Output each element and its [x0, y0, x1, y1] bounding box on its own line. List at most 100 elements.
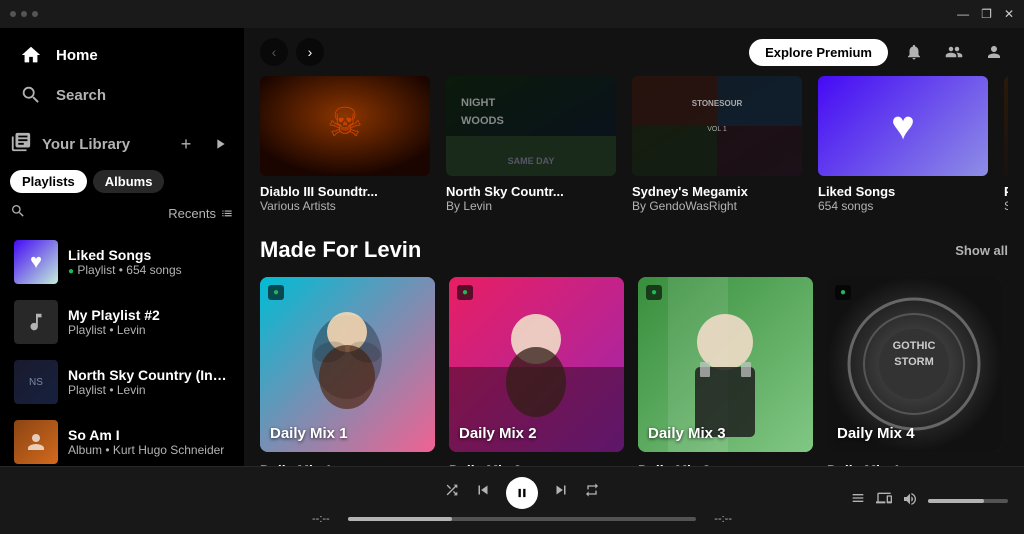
- progress-track[interactable]: [348, 517, 696, 521]
- repeat-button[interactable]: [584, 482, 600, 503]
- title-dot-2: [21, 11, 27, 17]
- library-item-liked-songs[interactable]: ♥ Liked Songs ● Playlist • 654 songs: [4, 232, 240, 292]
- mix2-num: ●: [457, 285, 473, 300]
- library-header: Your Library +: [0, 122, 244, 164]
- soami-sub: Album • Kurt Hugo Schneider: [68, 443, 230, 457]
- volume-fill: [928, 499, 984, 503]
- piano-title: Piano Collections...: [1004, 184, 1008, 199]
- playlist2-art: [14, 300, 58, 344]
- main-header: ‹ › Explore Premium: [244, 28, 1024, 76]
- heart-icon: ♥: [891, 104, 915, 149]
- mix-card-1[interactable]: ● Daily Mix 1 Daily Mix 1 Josh Whelchel,…: [260, 277, 435, 466]
- card-northsky[interactable]: NIGHT WOODS SAME DAY North Sky Countr...…: [446, 76, 616, 213]
- queue-button[interactable]: [850, 490, 866, 511]
- mix-card-2[interactable]: ● Daily Mix 2 Daily Mix 2 ROZEN, NobuoUe…: [449, 277, 624, 466]
- volume-track[interactable]: [928, 499, 1008, 503]
- mix1-art: ● Daily Mix 1: [260, 277, 435, 452]
- filter-playlists[interactable]: Playlists: [10, 170, 87, 193]
- card-sydney[interactable]: STONESOUR VOL 1 Sydney's Megamix By Gend…: [632, 76, 802, 213]
- svg-text:NIGHT: NIGHT: [461, 97, 496, 109]
- library-search-row: Recents: [0, 199, 244, 228]
- soami-name: So Am I: [68, 427, 230, 443]
- library-title-area[interactable]: Your Library: [10, 131, 130, 158]
- diablo-art: ☠: [260, 76, 430, 176]
- liked-songs-name: Liked Songs: [68, 247, 230, 263]
- app-body: Home Search Your Library +: [0, 28, 1024, 466]
- volume-button[interactable]: [902, 491, 918, 511]
- prev-button[interactable]: [474, 481, 492, 504]
- recents-label[interactable]: Recents: [168, 206, 234, 221]
- nav-arrows: ‹ ›: [260, 38, 324, 66]
- pause-button[interactable]: [506, 477, 538, 509]
- card-liked[interactable]: ♥ Liked Songs 654 songs: [818, 76, 988, 213]
- friends-button[interactable]: [940, 38, 968, 66]
- search-icon: [20, 84, 42, 106]
- soami-art: [14, 420, 58, 464]
- shuffle-button[interactable]: [444, 482, 460, 503]
- minimize-button[interactable]: —: [957, 7, 969, 21]
- filter-tabs: Playlists Albums: [0, 164, 244, 199]
- soami-info: So Am I Album • Kurt Hugo Schneider: [68, 427, 230, 457]
- library-icon: [10, 131, 32, 158]
- sydney-title: Sydney's Megamix: [632, 184, 802, 199]
- library-list: ♥ Liked Songs ● Playlist • 654 songs My: [0, 228, 244, 466]
- card-piano[interactable]: Piano Collections Piano Collections... S…: [1004, 76, 1008, 213]
- devices-button[interactable]: [876, 490, 892, 511]
- player-right: [808, 490, 1008, 511]
- library-item-playlist2[interactable]: My Playlist #2 Playlist • Levin: [4, 292, 240, 352]
- show-all-button[interactable]: Show all: [955, 243, 1008, 258]
- playlist2-name: My Playlist #2: [68, 307, 230, 323]
- northsky-art: NS: [14, 360, 58, 404]
- add-library-button[interactable]: +: [172, 130, 200, 158]
- next-button[interactable]: [552, 481, 570, 504]
- library-item-soami[interactable]: So Am I Album • Kurt Hugo Schneider: [4, 412, 240, 466]
- mix1-num: ●: [268, 285, 284, 300]
- daily-mix-row: ● Daily Mix 1 Daily Mix 1 Josh Whelchel,…: [260, 277, 1008, 466]
- forward-button[interactable]: ›: [296, 38, 324, 66]
- library-item-northsky[interactable]: NS North Sky Country (In-Game) Playlist …: [4, 352, 240, 412]
- title-dot-3: [32, 11, 38, 17]
- liked-card-title: Liked Songs: [818, 184, 988, 199]
- title-bar-dots: [10, 11, 38, 17]
- mix-card-3[interactable]: ● Daily Mix 3 Daily Mix 3 Darren Ang, Mi…: [638, 277, 813, 466]
- notifications-button[interactable]: [900, 38, 928, 66]
- mix3-label: Daily Mix 3: [648, 425, 726, 442]
- svg-text:VOL 1: VOL 1: [707, 126, 727, 133]
- svg-text:SAME DAY: SAME DAY: [508, 156, 555, 166]
- diablo-sub: Various Artists: [260, 199, 430, 213]
- mix-card-4[interactable]: GOTHIC STORM ● Daily Mix 4 Daily Mix 4 G…: [827, 277, 1002, 466]
- sidebar-nav: Home Search: [0, 28, 244, 122]
- home-icon: [20, 44, 42, 66]
- playlist2-info: My Playlist #2 Playlist • Levin: [68, 307, 230, 337]
- player-controls: [444, 477, 600, 509]
- northsky-card-sub: By Levin: [446, 199, 616, 213]
- mix4-art: GOTHIC STORM ● Daily Mix 4: [827, 277, 1002, 452]
- sydney-art: STONESOUR VOL 1: [632, 76, 802, 176]
- mix1-label: Daily Mix 1: [270, 425, 348, 442]
- back-button[interactable]: ‹: [260, 38, 288, 66]
- filter-albums[interactable]: Albums: [93, 170, 165, 193]
- expand-library-button[interactable]: [206, 130, 234, 158]
- profile-button[interactable]: [980, 38, 1008, 66]
- svg-text:WOODS: WOODS: [461, 115, 504, 127]
- mix3-num: ●: [646, 285, 662, 300]
- maximize-button[interactable]: ❐: [981, 7, 992, 21]
- time-total: --:--: [704, 513, 732, 525]
- library-title: Your Library: [42, 136, 130, 153]
- card-diablo[interactable]: ☠ Diablo III Soundtr... Various Artists: [260, 76, 430, 213]
- sidebar-item-home[interactable]: Home: [10, 36, 234, 74]
- title-dot-1: [10, 11, 16, 17]
- mix2-label: Daily Mix 2: [459, 425, 537, 442]
- explore-premium-button[interactable]: Explore Premium: [749, 39, 888, 66]
- time-current: --:--: [312, 513, 340, 525]
- northsky-name: North Sky Country (In-Game): [68, 367, 230, 383]
- sidebar-item-search[interactable]: Search: [10, 76, 234, 114]
- svg-text:GOTHIC: GOTHIC: [893, 340, 936, 352]
- piano-art: Piano Collections: [1004, 76, 1008, 176]
- progress-fill: [348, 517, 452, 521]
- library-search-icon[interactable]: [10, 203, 26, 224]
- close-button[interactable]: ✕: [1004, 7, 1014, 21]
- playlist2-sub: Playlist • Levin: [68, 323, 230, 337]
- diablo-title: Diablo III Soundtr...: [260, 184, 430, 199]
- section-header-made-for: Made For Levin Show all: [260, 237, 1008, 263]
